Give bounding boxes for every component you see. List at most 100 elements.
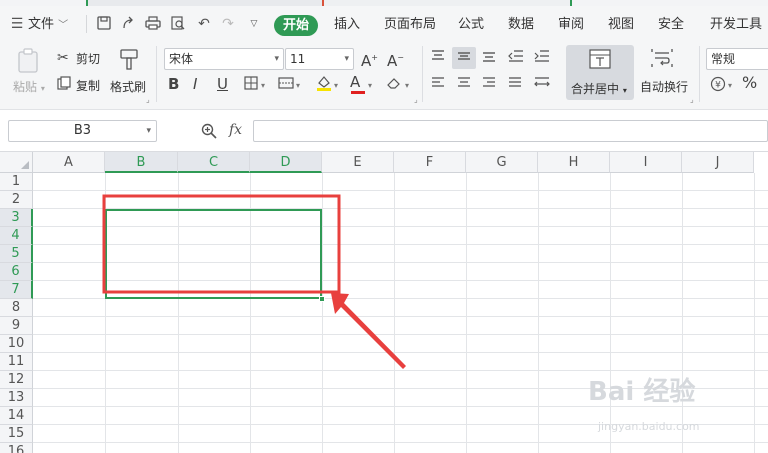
cut-button[interactable]: 剪切 bbox=[76, 50, 100, 67]
tab-home[interactable]: 开始 bbox=[274, 15, 318, 36]
font-color-dropdown-icon[interactable]: ▾ bbox=[368, 78, 372, 94]
row-header-9[interactable]: 9 bbox=[0, 317, 33, 335]
font-launcher-icon[interactable]: ⌟ bbox=[414, 92, 418, 108]
borders-dropdown-icon[interactable]: ▾ bbox=[261, 78, 265, 94]
row-header-7[interactable]: 7 bbox=[0, 281, 33, 299]
align-bottom-icon[interactable] bbox=[482, 50, 496, 66]
row-header-5[interactable]: 5 bbox=[0, 245, 33, 263]
justify-icon[interactable] bbox=[508, 77, 522, 93]
currency-dropdown-icon[interactable]: ▾ bbox=[728, 78, 732, 94]
wrap-text-icon[interactable] bbox=[651, 48, 673, 72]
fill-color-icon[interactable] bbox=[315, 74, 333, 96]
redo-icon[interactable]: ↷ bbox=[220, 16, 236, 32]
column-header-A[interactable]: A bbox=[33, 152, 105, 173]
clear-format-icon[interactable] bbox=[386, 76, 402, 94]
zoom-icon[interactable] bbox=[201, 123, 217, 142]
italic-button[interactable]: I bbox=[193, 76, 197, 92]
selected-range-b3-d7[interactable] bbox=[105, 209, 322, 299]
paste-button[interactable]: 粘贴 ▾ bbox=[13, 78, 45, 95]
font-name-select[interactable]: 宋体 ▾ bbox=[164, 48, 284, 70]
underline-button[interactable]: U bbox=[217, 76, 228, 92]
print-icon[interactable] bbox=[145, 16, 161, 32]
font-grow-button[interactable]: A+ bbox=[361, 50, 378, 69]
increase-indent-icon[interactable] bbox=[534, 50, 550, 66]
clipboard-launcher-icon[interactable]: ⌟ bbox=[146, 92, 150, 108]
undo-icon[interactable]: ↶ bbox=[196, 16, 212, 32]
font-size-select[interactable]: 11 ▾ bbox=[285, 48, 354, 70]
percent-button[interactable]: % bbox=[742, 75, 757, 91]
cell-style-icon[interactable] bbox=[278, 76, 294, 94]
svg-text:¥: ¥ bbox=[715, 81, 721, 91]
bold-button[interactable]: B bbox=[168, 76, 179, 92]
align-center-icon[interactable] bbox=[457, 77, 471, 93]
align-left-icon[interactable] bbox=[431, 77, 445, 93]
row-header-13[interactable]: 13 bbox=[0, 389, 33, 407]
cut-icon[interactable]: ✂ bbox=[57, 50, 69, 66]
tab-view[interactable]: 视图 bbox=[608, 15, 634, 35]
row-header-8[interactable]: 8 bbox=[0, 299, 33, 317]
alignment-launcher-icon[interactable]: ⌟ bbox=[690, 92, 694, 108]
tab-security[interactable]: 安全 bbox=[658, 15, 684, 35]
column-header-G[interactable]: G bbox=[466, 152, 538, 173]
row-header-4[interactable]: 4 bbox=[0, 227, 33, 245]
currency-icon[interactable]: ¥ bbox=[710, 76, 726, 96]
row-header-2[interactable]: 2 bbox=[0, 191, 33, 209]
row-header-15[interactable]: 15 bbox=[0, 425, 33, 443]
column-header-C[interactable]: C bbox=[178, 152, 250, 173]
borders-icon[interactable] bbox=[244, 76, 258, 94]
print-preview-icon[interactable] bbox=[170, 16, 186, 32]
watermark-url: jingyan.baidu.com bbox=[598, 420, 700, 433]
row-header-10[interactable]: 10 bbox=[0, 335, 33, 353]
tab-data[interactable]: 数据 bbox=[508, 15, 534, 35]
fill-handle[interactable] bbox=[319, 296, 325, 302]
hamburger-menu-icon[interactable]: ☰ bbox=[9, 16, 25, 32]
row-header-12[interactable]: 12 bbox=[0, 371, 33, 389]
share-icon[interactable] bbox=[120, 16, 136, 32]
merge-center-button[interactable]: 合并居中 ▾ bbox=[566, 45, 634, 100]
select-all-corner[interactable] bbox=[0, 152, 33, 173]
row-header-14[interactable]: 14 bbox=[0, 407, 33, 425]
copy-button[interactable]: 复制 bbox=[76, 77, 100, 94]
column-header-I[interactable]: I bbox=[610, 152, 682, 173]
align-right-icon[interactable] bbox=[482, 77, 496, 93]
column-header-J[interactable]: J bbox=[682, 152, 754, 173]
cell-style-dropdown-icon[interactable]: ▾ bbox=[296, 78, 300, 94]
formula-input[interactable] bbox=[253, 120, 768, 142]
wrap-text-button[interactable]: 自动换行 bbox=[640, 78, 688, 95]
paste-icon[interactable] bbox=[14, 48, 42, 74]
format-painter-button[interactable]: 格式刷 bbox=[110, 78, 146, 95]
column-header-E[interactable]: E bbox=[322, 152, 394, 173]
format-painter-icon[interactable] bbox=[117, 48, 141, 72]
decrease-indent-icon[interactable] bbox=[508, 50, 524, 66]
save-icon[interactable] bbox=[96, 16, 112, 32]
tab-developer[interactable]: 开发工具 bbox=[710, 15, 762, 35]
align-top-icon[interactable] bbox=[431, 50, 445, 66]
column-header-F[interactable]: F bbox=[394, 152, 466, 173]
tab-page-layout[interactable]: 页面布局 bbox=[384, 15, 436, 35]
row-header-6[interactable]: 6 bbox=[0, 263, 33, 281]
font-shrink-button[interactable]: A− bbox=[387, 50, 404, 69]
distributed-align-icon[interactable] bbox=[534, 77, 550, 93]
name-box[interactable]: B3 ▾ bbox=[8, 120, 157, 142]
font-color-icon[interactable]: A bbox=[350, 74, 365, 94]
spreadsheet-grid[interactable]: ABCDEFGHIJ 1 2 3 4 5 6 7 8 9 10 11 12 13 14 15 16 Bai 经… bbox=[0, 152, 768, 453]
row-header-1[interactable]: 1 bbox=[0, 173, 33, 191]
menu-bar: ☰ 文件 ﹀ ↶ ↷ ▽ 开始 插入 页面布局 公式 数据 审阅 视图 安全 开… bbox=[0, 6, 768, 42]
row-header-3[interactable]: 3 bbox=[0, 209, 33, 227]
row-header-16[interactable]: 16 bbox=[0, 443, 33, 453]
customize-quick-access-icon[interactable]: ▽ bbox=[246, 16, 262, 32]
tab-formulas[interactable]: 公式 bbox=[458, 15, 484, 35]
align-middle-icon[interactable] bbox=[457, 50, 471, 66]
fill-color-dropdown-icon[interactable]: ▾ bbox=[334, 78, 338, 94]
tab-insert[interactable]: 插入 bbox=[334, 15, 360, 35]
column-header-B[interactable]: B bbox=[105, 152, 178, 173]
column-header-H[interactable]: H bbox=[538, 152, 610, 173]
row-header-11[interactable]: 11 bbox=[0, 353, 33, 371]
tab-review[interactable]: 审阅 bbox=[558, 15, 584, 35]
fx-icon[interactable]: fx bbox=[229, 122, 242, 138]
clear-format-dropdown-icon[interactable]: ▾ bbox=[405, 78, 409, 94]
column-header-D[interactable]: D bbox=[250, 152, 322, 173]
copy-icon[interactable] bbox=[57, 76, 71, 94]
file-menu[interactable]: 文件 ﹀ bbox=[28, 15, 68, 35]
number-format-select[interactable]: 常规 bbox=[706, 48, 768, 70]
